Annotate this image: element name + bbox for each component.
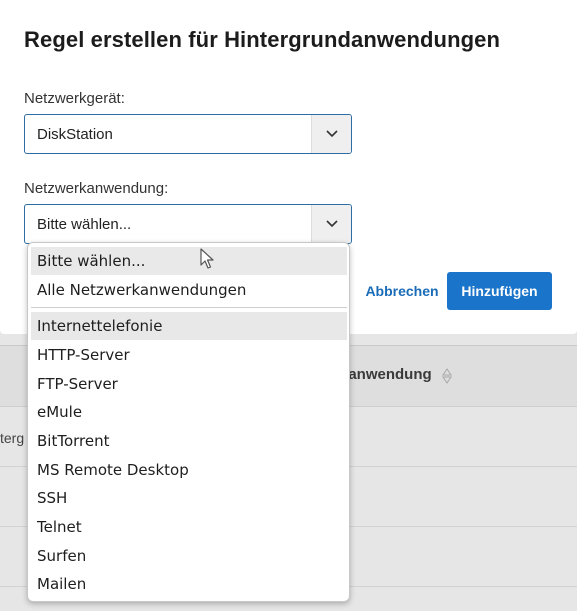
dropdown-option[interactable]: eMule [31,398,347,426]
add-button[interactable]: Hinzufügen [447,272,552,310]
table-column-header: kanwendung [340,366,432,383]
dropdown-option[interactable]: SSH [31,484,347,512]
application-select[interactable]: Bitte wählen... [24,204,352,244]
dropdown-option[interactable]: HTTP-Server [31,341,347,369]
sort-icon [442,366,452,386]
device-select-value: DiskStation [37,126,113,143]
dropdown-separator [31,307,347,308]
dropdown-option[interactable]: Alle Netzwerkanwendungen [31,276,347,304]
dropdown-option[interactable]: FTP-Server [31,370,347,398]
dropdown-option[interactable]: Surfen [31,542,347,570]
dropdown-option[interactable]: Bitte wählen... [31,247,347,275]
dropdown-option[interactable]: MS Remote Desktop [31,456,347,484]
application-dropdown-list: Bitte wählen... Alle Netzwerkanwendungen… [27,242,350,602]
chevron-down-icon[interactable] [311,115,351,153]
chevron-down-icon[interactable] [311,205,351,243]
dropdown-option[interactable]: Mailen [31,570,347,598]
application-select-value: Bitte wählen... [37,216,132,233]
dialog-title: Regel erstellen für Hintergrundanwendung… [24,27,501,52]
dropdown-option[interactable]: BitTorrent [31,427,347,455]
device-select[interactable]: DiskStation [24,114,352,154]
cancel-button[interactable]: Abbrechen [362,273,442,309]
dropdown-option[interactable]: Telnet [31,513,347,541]
application-label: Netzwerkanwendung: [24,180,169,197]
dropdown-option[interactable]: Internettelefonie [31,312,347,340]
mouse-pointer-icon [200,248,216,270]
table-cell-text: terg [0,430,25,446]
device-label: Netzwerkgerät: [24,90,125,107]
